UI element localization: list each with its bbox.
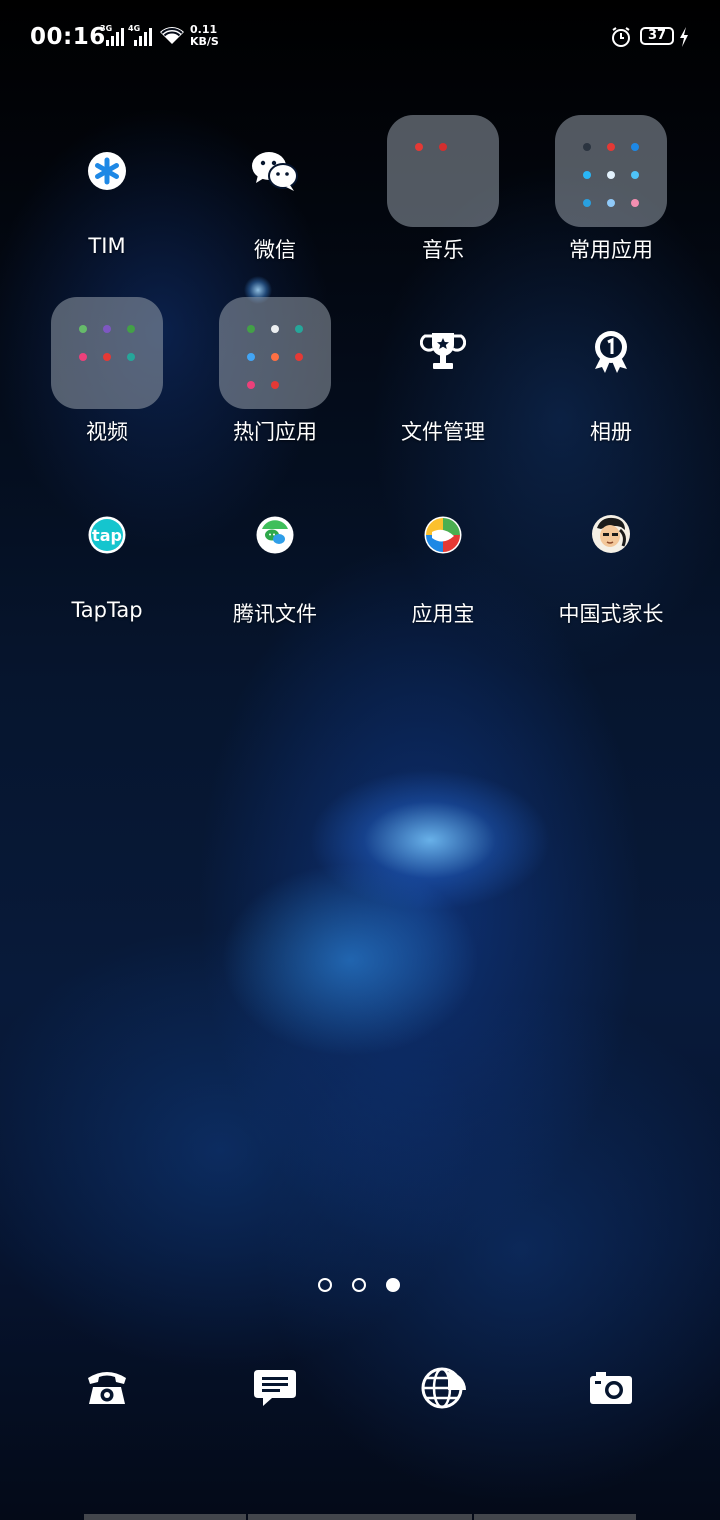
messages-icon [254, 1370, 296, 1406]
folder-common-apps[interactable]: 常用应用 [527, 115, 695, 265]
folder-icon [219, 297, 331, 409]
camera-icon [590, 1372, 632, 1404]
page-indicator [0, 1276, 720, 1298]
folder-hot-apps[interactable]: 热门应用 [191, 297, 359, 447]
app-label: 音乐 [422, 238, 464, 262]
app-gallery[interactable]: 相册 [527, 297, 695, 447]
folder-icon [387, 115, 499, 227]
dock-camera[interactable] [588, 1364, 638, 1412]
nav-gesture-bar[interactable] [248, 1514, 472, 1520]
alarm-icon [612, 27, 630, 47]
app-label: 视频 [86, 420, 128, 444]
app-label: 文件管理 [401, 420, 485, 444]
charging-icon [680, 27, 688, 47]
page-dot-3[interactable] [386, 1278, 400, 1292]
game-avatar-icon [591, 514, 631, 554]
signal-icon-sim1: 3G [100, 24, 124, 46]
net-speed: 0.11 KB/S [190, 24, 219, 48]
medal-icon [591, 329, 631, 375]
net-speed-unit: KB/S [190, 35, 219, 48]
app-label: 常用应用 [569, 238, 653, 262]
app-label: 应用宝 [411, 602, 475, 626]
app-taptap[interactable]: tap TapTap [23, 480, 191, 630]
trophy-icon [419, 329, 467, 375]
tencent-files-icon [256, 516, 294, 554]
app-label: 腾讯文件 [233, 602, 317, 626]
phone-icon [88, 1372, 126, 1404]
app-store-icon [424, 516, 462, 554]
folder-icon [51, 297, 163, 409]
wifi-icon [160, 27, 184, 44]
app-yingyongbao[interactable]: 应用宝 [359, 480, 527, 630]
battery-indicator: 37 [640, 27, 674, 45]
browser-icon [421, 1367, 466, 1409]
tim-icon [87, 151, 127, 191]
app-label: 热门应用 [233, 420, 317, 444]
status-bar: 00:16 3G 4G 0.11 KB/S 37 [0, 0, 720, 72]
page-dot-1[interactable] [318, 1278, 332, 1292]
taptap-icon: tap [88, 516, 126, 554]
app-label: 微信 [254, 238, 296, 262]
page-dot-2[interactable] [352, 1278, 366, 1292]
folder-icon [555, 115, 667, 227]
nav-gesture-bar[interactable] [474, 1514, 636, 1520]
signal-icon-sim2: 4G [128, 24, 152, 46]
app-label: TIM [88, 234, 126, 258]
app-label: 相册 [590, 420, 632, 444]
clock: 00:16 [30, 24, 106, 50]
app-tim[interactable]: TIM [23, 115, 191, 265]
svg-text:tap: tap [92, 526, 122, 545]
app-wechat[interactable]: 微信 [191, 115, 359, 265]
app-file-manager[interactable]: 文件管理 [359, 297, 527, 447]
app-tencent-files[interactable]: 腾讯文件 [191, 480, 359, 630]
folder-video[interactable]: 视频 [23, 297, 191, 447]
app-chinese-parents[interactable]: 中国式家长 [527, 480, 695, 630]
dock-phone[interactable] [84, 1364, 134, 1412]
dock-browser[interactable] [420, 1364, 470, 1412]
dock-messages[interactable] [252, 1364, 302, 1412]
wechat-icon [250, 149, 300, 193]
folder-music[interactable]: 音乐 [359, 115, 527, 265]
nav-gesture-bar[interactable] [84, 1514, 246, 1520]
app-label: 中国式家长 [558, 602, 664, 626]
app-label: TapTap [71, 598, 143, 622]
